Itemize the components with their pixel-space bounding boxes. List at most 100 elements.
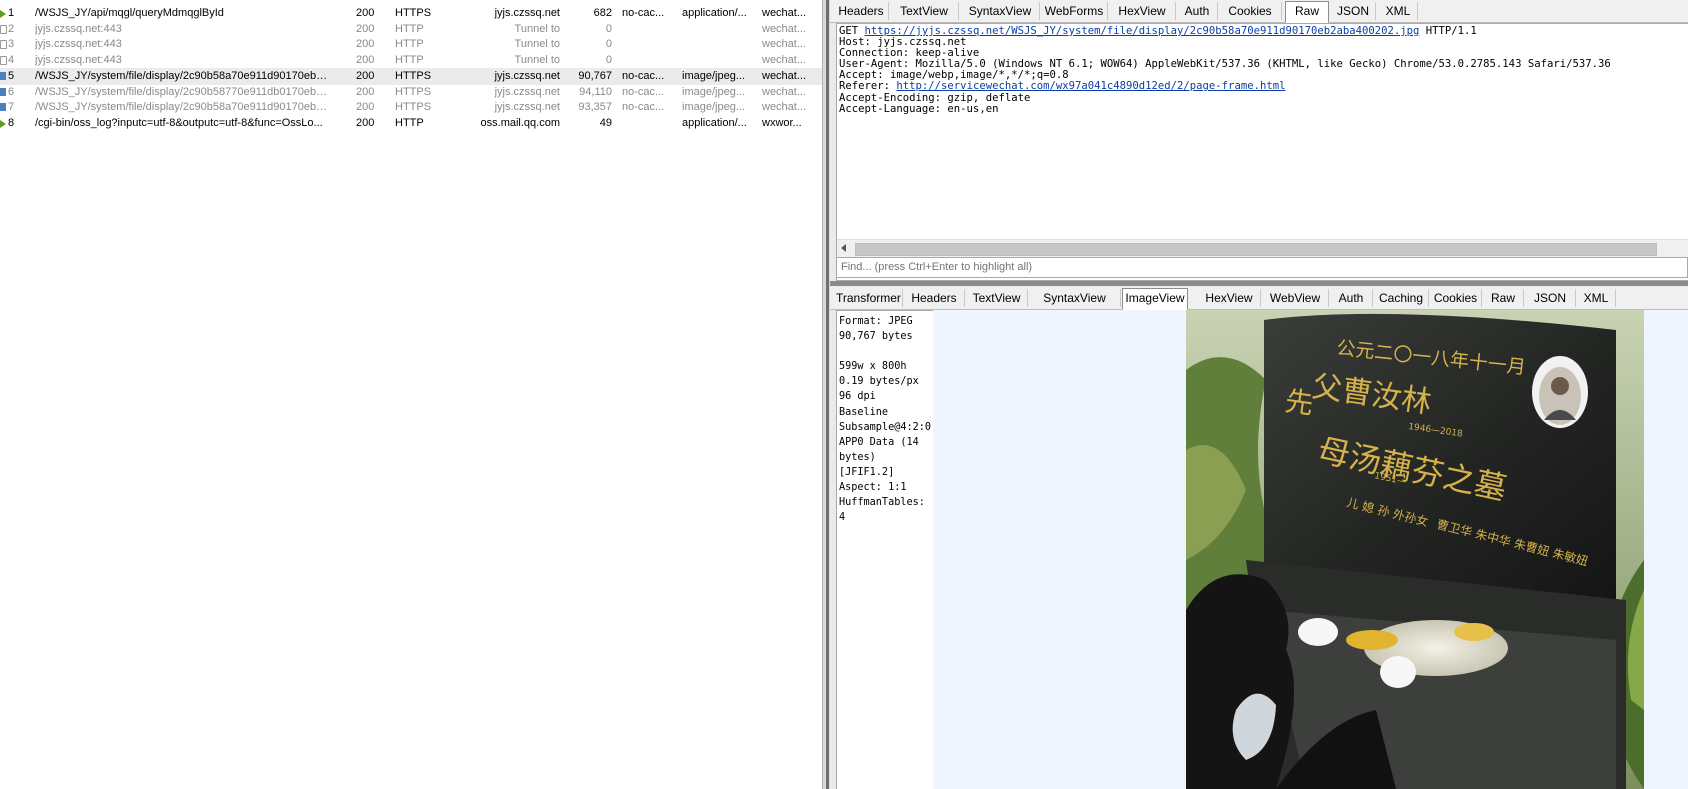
person-head: [1186, 574, 1294, 789]
session-protocol: HTTP: [395, 22, 424, 35]
session-body-size: 49: [599, 116, 612, 129]
tab-webview[interactable]: WebView: [1262, 289, 1329, 307]
metadata-line: Baseline: [839, 406, 889, 418]
tab-auth[interactable]: Auth: [1177, 2, 1218, 20]
find-box[interactable]: [836, 257, 1688, 278]
image-icon: [0, 103, 6, 112]
session-host: jyjs.czssq.net: [494, 7, 560, 19]
image-icon: [0, 87, 6, 96]
arrow-icon: [0, 119, 6, 128]
session-row[interactable]: 4 jyjs.czssq.net:443 200 HTTP Tunnel to 0 wech…: [0, 52, 822, 69]
arrow-icon: [0, 10, 6, 18]
sessions-list[interactable]: 1/WSJS_JY/api/mqgl/queryMdmqglById 200 HTT…: [0, 0, 822, 789]
horizontal-scrollbar[interactable]: [837, 239, 1688, 257]
raw-line-version: HTTP/1.1: [1419, 25, 1477, 37]
tab-headers[interactable]: Headers: [904, 289, 965, 307]
session-body-size: 0: [605, 22, 612, 35]
metadata-line: [JFIF1.2]: [839, 466, 895, 478]
horizontal-splitter[interactable]: [830, 281, 1688, 286]
session-row[interactable]: 3 jyjs.czssq.net:443 200 HTTP Tunnel to 0 wech…: [0, 36, 822, 53]
splitter-grip[interactable]: [826, 0, 829, 789]
session-icon-cell: [0, 36, 8, 53]
session-result: 200: [356, 54, 375, 67]
inspector-panel: Headers TextView SyntaxView WebForms HexView…: [830, 0, 1688, 789]
tab-json[interactable]: JSON: [1525, 289, 1576, 307]
session-caching: [622, 115, 672, 132]
session-number: 8: [8, 116, 15, 129]
tab-imageview[interactable]: ImageView: [1122, 288, 1188, 310]
tab-cookies[interactable]: Cookies: [1219, 2, 1282, 20]
metadata-line: 96 dpi: [839, 391, 876, 403]
session-process: wechat...: [762, 7, 807, 19]
tab-cookies[interactable]: Cookies: [1430, 289, 1482, 307]
session-result: 200: [356, 116, 375, 129]
session-caching: [622, 36, 672, 53]
request-tabstrip: Headers TextView SyntaxView WebForms HexView…: [830, 0, 1688, 23]
glove-left: [1298, 618, 1338, 646]
tab-textview[interactable]: TextView: [966, 289, 1028, 307]
glove-right: [1380, 656, 1416, 688]
session-result: 200: [356, 85, 375, 98]
portrait-face: [1551, 377, 1569, 395]
session-process: wechat...: [762, 101, 807, 114]
tab-hexview[interactable]: HexView: [1198, 289, 1261, 307]
session-body-size: 94,110: [579, 85, 612, 98]
session-icon-cell: [0, 52, 8, 69]
tab-textview[interactable]: TextView: [890, 2, 959, 20]
scroll-left-icon[interactable]: [841, 244, 846, 252]
session-body-size: 0: [605, 54, 612, 67]
tab-xml[interactable]: XML: [1379, 2, 1418, 20]
session-number: 7: [8, 101, 15, 114]
tab-caching[interactable]: Caching: [1374, 289, 1429, 307]
session-row[interactable]: 7/WSJS_JY/system/file/display/2c90b58a70…: [0, 99, 822, 116]
tab-syntaxview[interactable]: SyntaxView: [961, 2, 1040, 20]
raw-request-text[interactable]: GET https://jyjs.czssq.net/WSJS_JY/syste…: [839, 25, 1611, 115]
session-number: 5: [8, 69, 15, 82]
response-image: 公元二〇一八年十一月 先 父曹汝林 1946—2018 母汤藕芬之墓 1951—…: [1186, 310, 1644, 789]
find-input[interactable]: [841, 259, 1671, 275]
metadata-line: 4: [839, 512, 846, 524]
tab-webforms[interactable]: WebForms: [1041, 2, 1108, 20]
session-number: 1: [8, 7, 15, 19]
session-process: wechat...: [762, 38, 807, 51]
session-icon-cell: [0, 21, 8, 38]
session-url: jyjs.czssq.net:443: [35, 38, 122, 51]
scrollbar-thumb[interactable]: [855, 243, 1657, 256]
session-row[interactable]: 6/WSJS_JY/system/file/display/2c90b58770…: [0, 84, 822, 101]
tab-transformer[interactable]: Transformer: [834, 289, 903, 307]
raw-request-pane[interactable]: GET https://jyjs.czssq.net/WSJS_JY/syste…: [836, 23, 1688, 281]
lock-icon: [0, 56, 7, 66]
session-content-type: image/jpeg...: [682, 101, 745, 114]
session-row[interactable]: 5/WSJS_JY/system/file/display/2c90b58a70…: [0, 67, 822, 85]
session-icon-cell: [0, 84, 8, 101]
session-host: jyjs.czssq.net: [494, 101, 560, 114]
image-metadata-pane[interactable]: Format: JPEG 90,767 bytes 599w x 800h 0.19 …: [836, 310, 934, 789]
metadata-line: HuffmanTables:: [839, 497, 925, 509]
tab-xml[interactable]: XML: [1577, 289, 1616, 307]
tab-auth[interactable]: Auth: [1330, 289, 1373, 307]
session-caching: no-cac...: [622, 7, 665, 19]
session-content-type: application/...: [682, 116, 747, 129]
tab-raw[interactable]: Raw: [1483, 289, 1524, 307]
session-row[interactable]: 1/WSJS_JY/api/mqgl/queryMdmqglById 200 HTT…: [0, 5, 822, 22]
session-url: jyjs.czssq.net:443: [35, 54, 122, 67]
session-content-type: [682, 21, 750, 38]
tab-json[interactable]: JSON: [1331, 2, 1376, 20]
tab-syntaxview[interactable]: SyntaxView: [1029, 289, 1121, 307]
tab-hexview[interactable]: HexView: [1109, 2, 1176, 20]
session-result: 200: [356, 7, 375, 19]
tab-raw[interactable]: Raw: [1285, 1, 1329, 23]
session-process: wechat...: [762, 54, 807, 67]
session-content-type: image/jpeg...: [682, 69, 745, 82]
session-caching: [622, 21, 672, 38]
session-process: wechat...: [762, 22, 807, 35]
session-row[interactable]: 2 jyjs.czssq.net:443 200 HTTP Tunnel to 0 wech…: [0, 21, 822, 38]
metadata-line: bytes): [839, 451, 876, 463]
session-caching: no-cac...: [622, 69, 665, 82]
session-number: 3: [8, 38, 15, 51]
session-row[interactable]: 8/cgi-bin/oss_log?inputc=utf-8&outputc=u…: [0, 115, 822, 132]
session-result: 200: [356, 69, 375, 82]
session-result: 200: [356, 38, 375, 51]
tab-headers[interactable]: Headers: [834, 2, 889, 20]
session-host: oss.mail.qq.com: [480, 116, 560, 129]
